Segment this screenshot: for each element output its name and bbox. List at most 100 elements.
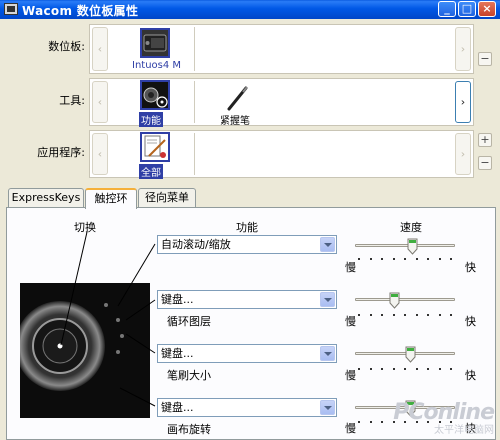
close-button[interactable]: ×: [478, 1, 496, 17]
tab-radial-menu[interactable]: 径向菜单: [138, 188, 196, 208]
fast-label: 快: [465, 315, 476, 328]
mode2-sublabel: 循环图层: [167, 315, 211, 328]
mode2-function-dropdown[interactable]: 键盘...: [157, 290, 337, 309]
wacom-app-icon: [4, 3, 18, 15]
functions-icon: [143, 87, 168, 108]
all-apps-icon: [144, 135, 166, 158]
chevron-down-icon[interactable]: [320, 237, 335, 252]
tick-mark: [381, 421, 383, 423]
tablet-item-label: Intuos4 M: [132, 60, 182, 71]
slow-label: 慢: [345, 261, 356, 274]
tick-mark: [358, 368, 360, 370]
tick-mark: [415, 258, 418, 260]
app-scroll-right-button[interactable]: ›: [455, 133, 471, 175]
tick-mark: [415, 314, 418, 316]
fast-label: 快: [465, 261, 476, 274]
tablet-row-label: 数位板:: [48, 40, 85, 53]
tablet-item-intuos4[interactable]: [140, 28, 170, 58]
touch-ring-graphic: [15, 301, 124, 391]
mode1-speed-slider[interactable]: [355, 238, 455, 258]
tick-mark: [369, 368, 372, 370]
tick-mark: [450, 258, 452, 260]
mode3-sublabel: 笔刷大小: [167, 369, 211, 382]
app-row: ‹ › 全部: [89, 130, 474, 179]
tick-mark: [369, 421, 372, 423]
maximize-button[interactable]: □: [458, 1, 476, 17]
slider-ticks: [358, 258, 453, 261]
app-item-all[interactable]: [140, 132, 170, 162]
tick-mark: [369, 258, 372, 260]
mode3-function-value: 键盘...: [161, 347, 194, 360]
tick-mark: [404, 258, 406, 260]
tool-item-grip-pen-label[interactable]: 紧握笔: [220, 112, 250, 127]
watermark: PConline 太平洋电脑网: [393, 400, 495, 436]
speed-header: 速度: [400, 221, 422, 234]
minimize-button[interactable]: _: [438, 1, 456, 17]
tick-mark: [450, 314, 452, 316]
tick-mark: [392, 314, 395, 316]
tick-mark: [392, 258, 395, 260]
tick-mark: [427, 258, 429, 260]
fast-label: 快: [465, 369, 476, 382]
tick-mark: [427, 368, 429, 370]
chevron-down-icon[interactable]: [320, 400, 335, 415]
toggle-header: 切换: [74, 221, 96, 234]
tick-mark: [438, 258, 441, 260]
tick-mark: [369, 314, 372, 316]
tick-mark: [381, 258, 383, 260]
title-bar: Wacom 数位板属性 _ □ ×: [0, 0, 500, 19]
tick-mark: [438, 368, 441, 370]
app-item-all-label: 全部: [139, 164, 163, 179]
slider-thumb[interactable]: [405, 346, 416, 363]
touch-ring-image: [15, 283, 150, 418]
tick-mark: [404, 368, 406, 370]
slider-ticks: [358, 314, 453, 317]
slow-label: 慢: [345, 369, 356, 382]
mode2-function-value: 键盘...: [161, 293, 194, 306]
tablet-icon: [143, 34, 167, 52]
tab-touch-ring[interactable]: 触控环: [85, 188, 137, 209]
slider-thumb[interactable]: [407, 238, 418, 255]
chevron-down-icon[interactable]: [320, 346, 335, 361]
mode1-function-dropdown[interactable]: 自动滚动/缩放: [157, 235, 337, 254]
slider-thumb[interactable]: [389, 292, 400, 309]
function-header: 功能: [236, 221, 258, 234]
tick-mark: [381, 314, 383, 316]
tablet-row: ‹ › Intuos4 M: [89, 24, 474, 74]
tool-row-label: 工具:: [59, 94, 85, 107]
tablet-scroll-left-button[interactable]: ‹: [92, 27, 108, 71]
tablet-scroll-right-button[interactable]: ›: [455, 27, 471, 71]
slow-label: 慢: [345, 422, 356, 435]
chevron-down-icon[interactable]: [320, 292, 335, 307]
slider-ticks: [358, 368, 453, 371]
remove-tablet-button[interactable]: −: [478, 52, 492, 66]
tool-scroll-left-button[interactable]: ‹: [92, 81, 108, 123]
app-scroll-left-button[interactable]: ‹: [92, 133, 108, 175]
tick-mark: [415, 368, 418, 370]
slow-label: 慢: [345, 315, 356, 328]
tick-mark: [427, 314, 429, 316]
app-row-label: 应用程序:: [37, 146, 85, 159]
tick-mark: [358, 421, 360, 423]
tick-mark: [404, 314, 406, 316]
mode2-speed-slider[interactable]: [355, 292, 455, 312]
mode3-function-dropdown[interactable]: 键盘...: [157, 344, 337, 363]
tool-item-functions[interactable]: [140, 80, 170, 110]
mode1-function-value: 自动滚动/缩放: [161, 238, 231, 251]
mode4-function-value: 键盘...: [161, 401, 194, 414]
mode4-function-dropdown[interactable]: 键盘...: [157, 398, 337, 417]
mode4-sublabel: 画布旋转: [167, 423, 211, 436]
tab-expresskeys[interactable]: ExpressKeys: [8, 188, 84, 208]
remove-app-button[interactable]: −: [478, 156, 492, 170]
tick-mark: [450, 368, 452, 370]
tool-scroll-right-button[interactable]: ›: [455, 81, 471, 123]
add-app-button[interactable]: +: [478, 133, 492, 147]
tick-mark: [381, 368, 383, 370]
tick-mark: [358, 314, 360, 316]
tick-mark: [438, 314, 441, 316]
mode3-speed-slider[interactable]: [355, 346, 455, 366]
grip-pen-icon[interactable]: [226, 85, 250, 111]
window-title: Wacom 数位板属性: [22, 4, 139, 18]
tool-row: ‹ › 功能 紧握笔: [89, 78, 474, 127]
tick-mark: [358, 258, 360, 260]
